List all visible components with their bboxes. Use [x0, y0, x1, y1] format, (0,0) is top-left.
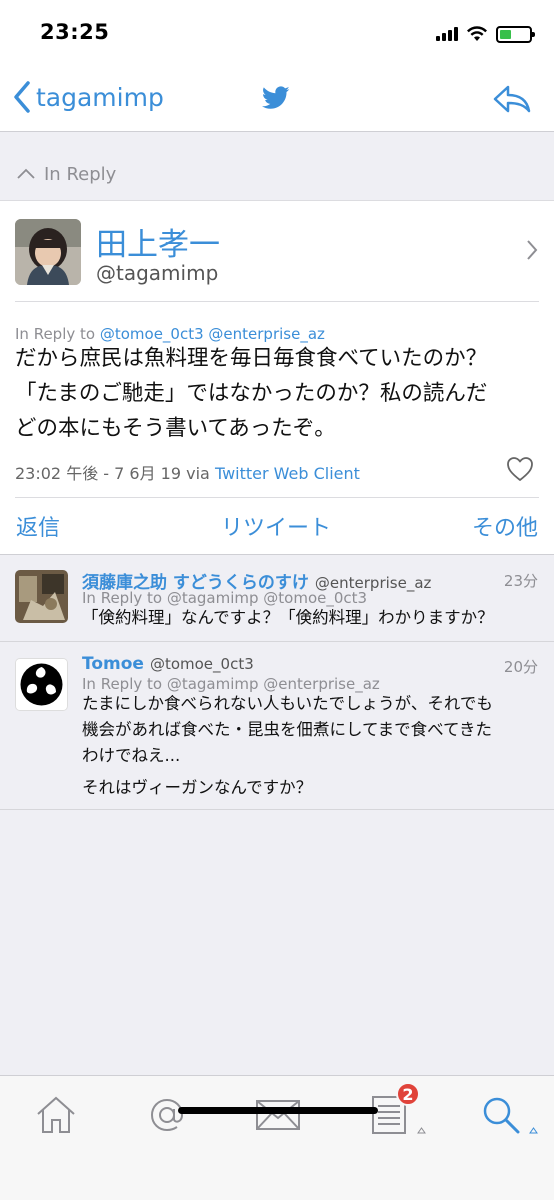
more-button[interactable]: その他 — [472, 510, 538, 542]
list-item[interactable]: 須藤庫之助 すどうくらのすけ @enterprise_az 23分 In Repl… — [0, 556, 554, 642]
at-sign-icon — [150, 1098, 184, 1132]
tweet-text-line: だから庶民は魚料理を毎日毎食食べていたのか？ — [15, 346, 488, 371]
tweet-actions: 返信 リツイート その他 — [0, 510, 554, 544]
avatar[interactable] — [15, 219, 81, 285]
tab-messages[interactable] — [253, 1090, 303, 1140]
retweet-button[interactable]: リツイート — [221, 510, 331, 542]
envelope-icon — [256, 1100, 300, 1130]
tab-bar: 2 — [0, 1075, 554, 1200]
notification-badge: 2 — [396, 1082, 420, 1106]
tab-lists[interactable]: 2 — [364, 1082, 426, 1140]
wifi-icon — [467, 26, 487, 41]
in-reply-toggle[interactable]: In Reply — [0, 150, 554, 200]
status-icons — [436, 22, 535, 46]
client-link[interactable]: Twitter Web Client — [215, 464, 360, 483]
reply-text: たまにしか食べられない人もいたでしょうが、それでも 機会があれば食べた・昆虫を佃… — [82, 691, 542, 801]
main-tweet: 田上孝一 @tagamimp In Reply to @tomoe_0ct3 @… — [0, 200, 554, 555]
tweet-text-line: 「たまのご馳走」ではなかったのか？私の読んだ — [15, 381, 488, 406]
back-label: tagamimp — [36, 82, 164, 112]
status-bar: 23:25 — [0, 0, 554, 70]
chevron-up-icon — [17, 168, 35, 179]
chevron-right-icon[interactable] — [526, 239, 538, 261]
tab-home[interactable] — [31, 1090, 81, 1140]
home-indicator[interactable] — [178, 1107, 378, 1114]
home-icon — [37, 1096, 75, 1133]
reply-button[interactable]: 返信 — [16, 510, 60, 542]
caret-up-icon — [417, 1127, 426, 1134]
chevron-left-icon — [14, 81, 30, 113]
status-time: 23:25 — [40, 20, 110, 44]
reply-arrow-icon[interactable] — [492, 84, 532, 118]
navigation-bar: tagamimp — [0, 70, 554, 132]
heart-icon[interactable] — [506, 456, 534, 482]
caret-up-icon — [529, 1127, 538, 1134]
divider — [15, 497, 539, 498]
tweet-text-line: どの本にもそう書いてあったぞ。 — [15, 416, 336, 441]
twitter-bird-icon — [261, 86, 290, 114]
reply-text-line: たまにしか食べられない人もいたでしょうが、それでも — [82, 694, 493, 713]
in-reply-label: In Reply — [44, 164, 117, 185]
reply-text-line: わけでねえ... — [82, 746, 181, 765]
list-item[interactable]: Tomoe @tomoe_0ct3 20分 In Reply to @tagami… — [0, 642, 554, 810]
avatar[interactable] — [15, 570, 68, 623]
tab-search[interactable] — [476, 1090, 538, 1140]
reply-text-line: それはヴィーガンなんですか？ — [82, 778, 313, 797]
tweet-meta: 23:02 午後 - 7 6月 19 via Twitter Web Clien… — [15, 460, 360, 484]
avatar[interactable] — [15, 658, 68, 711]
reply-time: 20分 — [503, 658, 538, 676]
back-button[interactable]: tagamimp — [12, 80, 164, 114]
divider — [15, 301, 539, 302]
timestamp: 23:02 午後 - 7 6月 19 via — [15, 464, 210, 483]
reply-time: 23分 — [503, 572, 538, 590]
battery-icon — [496, 25, 535, 43]
reply-text-line: 機会があれば食べた・昆虫を佃煮にしてまで食べてきた — [82, 720, 493, 739]
reply-header: Tomoe @tomoe_0ct3 — [82, 654, 254, 674]
user-handle: @tagamimp — [96, 261, 219, 285]
search-icon — [483, 1097, 520, 1134]
tweet-text: だから庶民は魚料理を毎日毎食食べていたのか？ 「たまのご馳走」ではなかったのか？… — [15, 341, 543, 446]
reply-text: 「倹約料理」なんですよ？「倹約料理」わかりますか？ — [82, 608, 494, 627]
user-name[interactable]: 田上孝一 — [96, 219, 220, 264]
cellular-signal-icon — [436, 27, 458, 41]
reply-author-name[interactable]: Tomoe — [82, 654, 144, 674]
tab-mentions[interactable] — [142, 1090, 192, 1140]
reply-author-handle: @tomoe_0ct3 — [149, 655, 254, 673]
